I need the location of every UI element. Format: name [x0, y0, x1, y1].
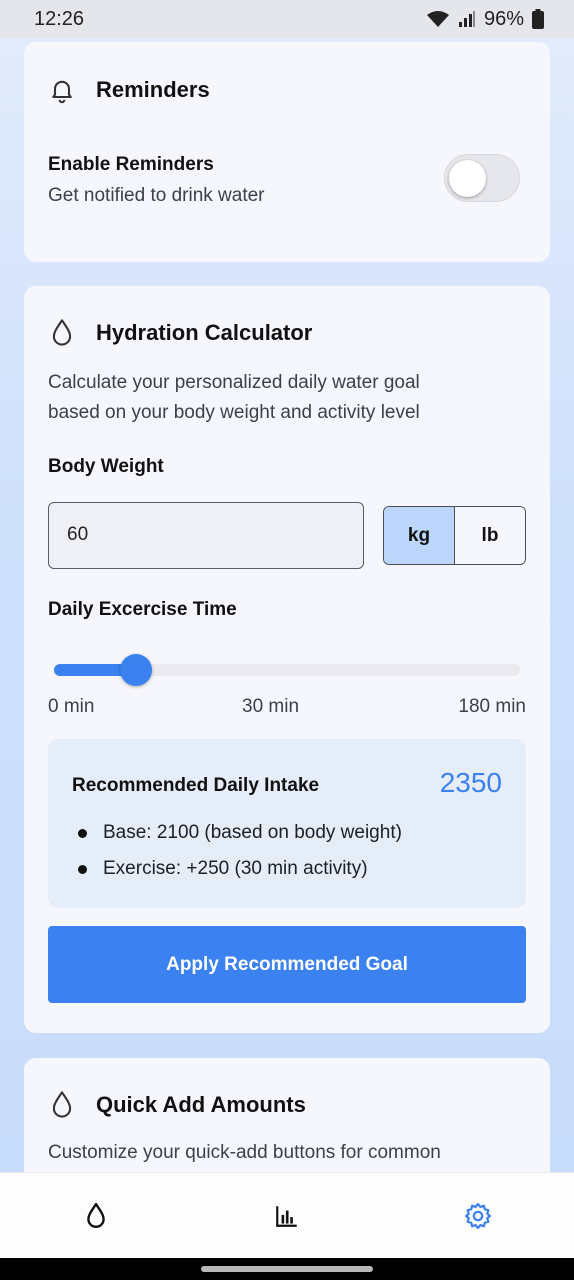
settings-gear-icon — [464, 1202, 492, 1230]
bell-icon — [48, 76, 76, 104]
status-bar: 12:26 96% — [0, 0, 574, 38]
home-gesture-handle[interactable] — [201, 1266, 373, 1272]
recommended-intake-value: 2350 — [439, 767, 502, 798]
reminders-card: Reminders Enable Reminders Get notified … — [24, 42, 550, 262]
enable-reminders-description: Get notified to drink water — [48, 185, 265, 206]
bottom-navigation — [0, 1172, 574, 1258]
recommended-intake-box: Recommended Daily Intake 2350 Base: 2100… — [48, 739, 526, 908]
recommended-intake-title: Recommended Daily Intake — [72, 775, 320, 796]
gesture-bar — [0, 1258, 574, 1280]
nav-tab-settings[interactable] — [418, 1173, 538, 1259]
signal-icon — [458, 10, 476, 28]
water-drop-icon — [48, 318, 76, 348]
quick-add-card: Quick Add Amounts Customize your quick-a… — [24, 1058, 550, 1172]
exercise-slider-thumb[interactable] — [119, 654, 152, 686]
calculator-description-line1: Calculate your personalized daily water … — [48, 372, 420, 393]
quick-add-header: Quick Add Amounts — [48, 1090, 306, 1120]
unit-kg-button[interactable]: kg — [384, 507, 454, 564]
water-drop-icon — [83, 1201, 109, 1231]
exercise-time-label: Daily Excercise Time — [48, 599, 237, 620]
list-item: Base: 2100 (based on body weight) — [78, 822, 402, 844]
reminders-toggle[interactable] — [444, 154, 520, 202]
apply-recommended-goal-button[interactable]: Apply Recommended Goal — [48, 926, 526, 1003]
tick-label-max: 180 min — [458, 696, 526, 717]
list-item: Exercise: +250 (30 min activity) — [78, 858, 368, 880]
calculator-title: Hydration Calculator — [96, 320, 313, 345]
unit-toggle: kg lb — [383, 506, 526, 565]
body-weight-input[interactable]: 60 — [48, 502, 364, 569]
toggle-knob — [449, 160, 486, 197]
quick-add-description: Customize your quick-add buttons for com… — [48, 1142, 441, 1163]
battery-percent: 96% — [483, 7, 524, 30]
settings-scroll-area[interactable]: Reminders Enable Reminders Get notified … — [0, 38, 574, 1172]
bar-chart-icon — [274, 1203, 300, 1229]
battery-icon — [532, 9, 544, 29]
nav-tab-home[interactable] — [36, 1173, 156, 1259]
wifi-icon — [426, 10, 450, 28]
status-time: 12:26 — [34, 7, 85, 30]
nav-tab-stats[interactable] — [227, 1173, 347, 1259]
tick-label-mid: 30 min — [242, 696, 300, 717]
calculator-header: Hydration Calculator — [48, 318, 312, 348]
hydration-calculator-card: Hydration Calculator Calculate your pers… — [24, 286, 550, 1033]
quick-add-title: Quick Add Amounts — [96, 1092, 306, 1117]
calculator-description-line2: based on your body weight and activity l… — [48, 402, 420, 423]
enable-reminders-label: Enable Reminders — [48, 154, 214, 175]
water-drop-icon — [48, 1090, 76, 1120]
status-icons: 96% — [426, 8, 544, 31]
reminders-header: Reminders — [48, 76, 210, 104]
body-weight-label: Body Weight — [48, 456, 164, 477]
reminders-title: Reminders — [96, 77, 210, 102]
unit-lb-button[interactable]: lb — [454, 507, 525, 564]
tick-label-min: 0 min — [48, 696, 95, 717]
